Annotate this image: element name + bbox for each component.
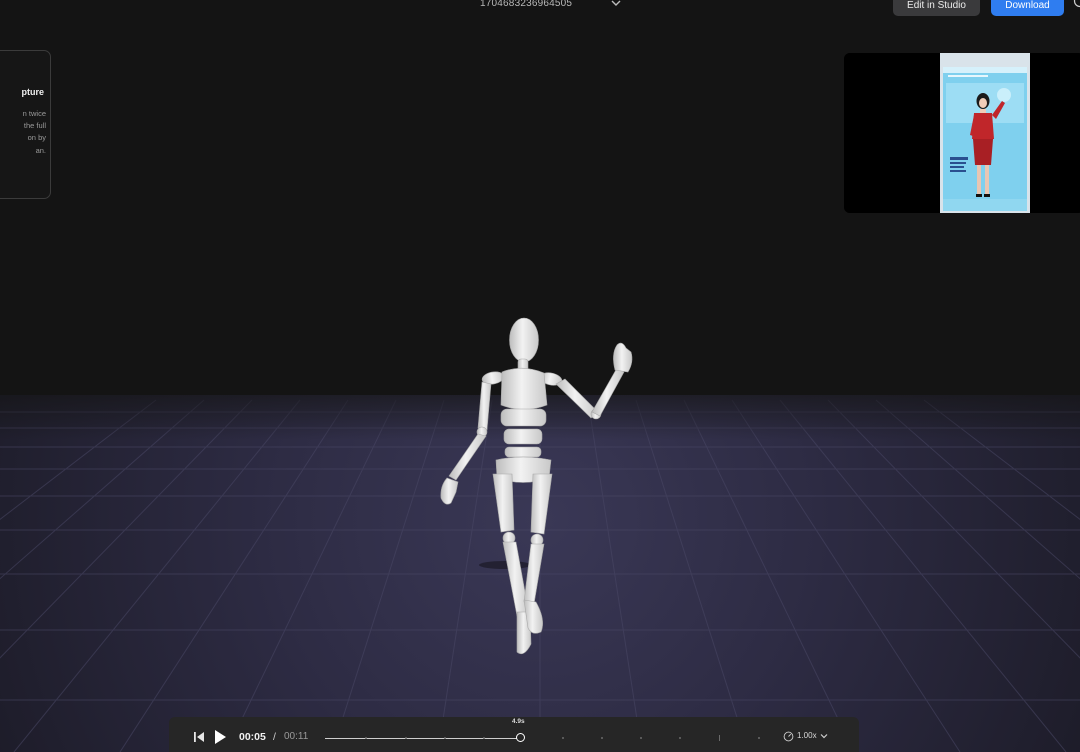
timeline-tick bbox=[758, 737, 760, 739]
play-icon[interactable] bbox=[213, 729, 227, 745]
playback-speed-label: 1.00x bbox=[797, 731, 817, 740]
viewport-3d[interactable]: 1704683236964505 Edit in Studio Download… bbox=[0, 0, 1080, 752]
mannequin-right-hand bbox=[613, 342, 633, 373]
timeline-scrubber[interactable]: 4.9s bbox=[325, 718, 775, 750]
time-separator: / bbox=[273, 731, 276, 743]
info-card: pture n twice the full on by an. bbox=[0, 50, 51, 199]
timeline-progress bbox=[325, 738, 521, 739]
skip-back-icon[interactable] bbox=[193, 731, 205, 743]
playhead-time-label: 4.9s bbox=[512, 718, 525, 725]
info-card-line: the full bbox=[23, 121, 46, 131]
timeline-tick bbox=[640, 737, 642, 739]
top-bar: 1704683236964505 Edit in Studio Download bbox=[0, 0, 1080, 20]
reference-video[interactable] bbox=[844, 53, 1080, 213]
total-time: 00:11 bbox=[284, 731, 309, 742]
info-card-line: an. bbox=[35, 145, 46, 155]
playhead-handle[interactable] bbox=[516, 733, 525, 742]
download-button[interactable]: Download bbox=[991, 0, 1064, 16]
file-title[interactable]: 1704683236964505 bbox=[480, 0, 572, 9]
timeline-tick bbox=[483, 737, 485, 739]
reference-video-frame bbox=[844, 53, 1080, 213]
mannequin-head bbox=[509, 317, 539, 363]
info-card-title: pture bbox=[21, 87, 45, 97]
gauge-icon bbox=[783, 731, 794, 742]
timeline-tick bbox=[562, 737, 564, 739]
playback-bar: 00:05 / 00:11 4.9s 1.00x bbox=[169, 717, 859, 752]
timeline-tick bbox=[444, 737, 446, 739]
timeline-tick bbox=[405, 737, 407, 739]
info-card-line: n twice bbox=[22, 109, 46, 118]
chevron-down-icon bbox=[820, 734, 828, 739]
timeline-tick bbox=[719, 735, 720, 741]
timeline-tick bbox=[365, 737, 367, 739]
info-card-line: on by bbox=[27, 133, 46, 143]
figure-shadow bbox=[479, 561, 531, 569]
playback-speed-select[interactable]: 1.00x bbox=[783, 730, 833, 744]
edit-in-studio-button[interactable]: Edit in Studio bbox=[893, 0, 980, 16]
current-time: 00:05 bbox=[239, 731, 266, 743]
info-card-text: n twice the full on by an. bbox=[0, 108, 46, 157]
timeline-tick bbox=[679, 737, 681, 739]
chevron-down-icon[interactable] bbox=[609, 0, 623, 9]
timeline-tick bbox=[601, 737, 603, 739]
help-circle-icon[interactable] bbox=[1073, 0, 1080, 8]
